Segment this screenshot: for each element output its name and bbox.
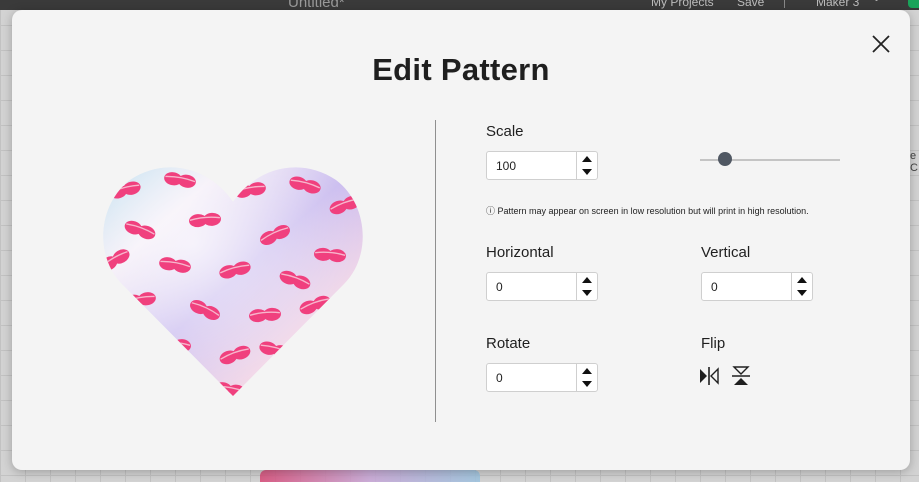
panel-divider — [435, 120, 436, 422]
horizontal-increase-icon[interactable] — [577, 273, 597, 286]
dialog-title: Edit Pattern — [372, 52, 550, 87]
vertical-increase-icon[interactable] — [792, 273, 812, 286]
vertical-label: Vertical — [701, 244, 751, 261]
scale-slider[interactable] — [700, 150, 840, 170]
horizontal-decrease-icon[interactable] — [577, 287, 597, 300]
chevron-down-icon[interactable]: ﹀ — [871, 0, 882, 10]
rotate-input[interactable] — [487, 364, 579, 391]
save-link[interactable]: Save — [737, 0, 764, 9]
rotate-decrease-icon[interactable] — [577, 378, 597, 391]
edit-pattern-dialog: Edit Pattern Scale 100 ⓘ Pattern may app… — [12, 10, 910, 470]
horizontal-stepper — [486, 272, 598, 301]
vertical-stepper — [701, 272, 813, 301]
flip-label: Flip — [701, 335, 726, 352]
topbar-divider — [784, 0, 785, 8]
project-title[interactable]: Untitled* — [288, 0, 345, 10]
flip-vertical-icon[interactable] — [730, 365, 752, 387]
vertical-spinner — [791, 273, 812, 300]
horizontal-input[interactable] — [487, 273, 579, 300]
flip-horizontal-icon[interactable] — [698, 365, 720, 387]
go-button[interactable] — [908, 0, 919, 8]
scale-increase-icon[interactable] — [577, 152, 597, 165]
scale-slider-thumb[interactable] — [718, 152, 732, 166]
heart-shape — [103, 167, 363, 397]
scale-input[interactable] — [487, 152, 579, 179]
my-projects-link[interactable]: My Projects — [651, 0, 714, 9]
side-panel-text: e C — [910, 150, 918, 174]
rotate-spinner — [576, 364, 597, 391]
rotate-stepper — [486, 363, 598, 392]
canvas-design-peek — [260, 470, 480, 482]
app-top-bar: Untitled* My Projects Save Maker 3 ﹀ — [0, 0, 919, 10]
pattern-preview — [100, 160, 366, 400]
scale-decrease-icon[interactable] — [577, 166, 597, 179]
horizontal-spinner — [576, 273, 597, 300]
scale-label: Scale — [486, 123, 524, 140]
rotate-label: Rotate — [486, 335, 531, 352]
vertical-input[interactable] — [702, 273, 794, 300]
rotate-increase-icon[interactable] — [577, 364, 597, 377]
vertical-decrease-icon[interactable] — [792, 287, 812, 300]
machine-selector[interactable]: Maker 3 — [816, 0, 859, 9]
scale-spinner — [576, 152, 597, 179]
resolution-note: ⓘ Pattern may appear on screen in low re… — [486, 206, 809, 216]
scale-stepper — [486, 151, 598, 180]
horizontal-label: Horizontal — [486, 244, 554, 261]
